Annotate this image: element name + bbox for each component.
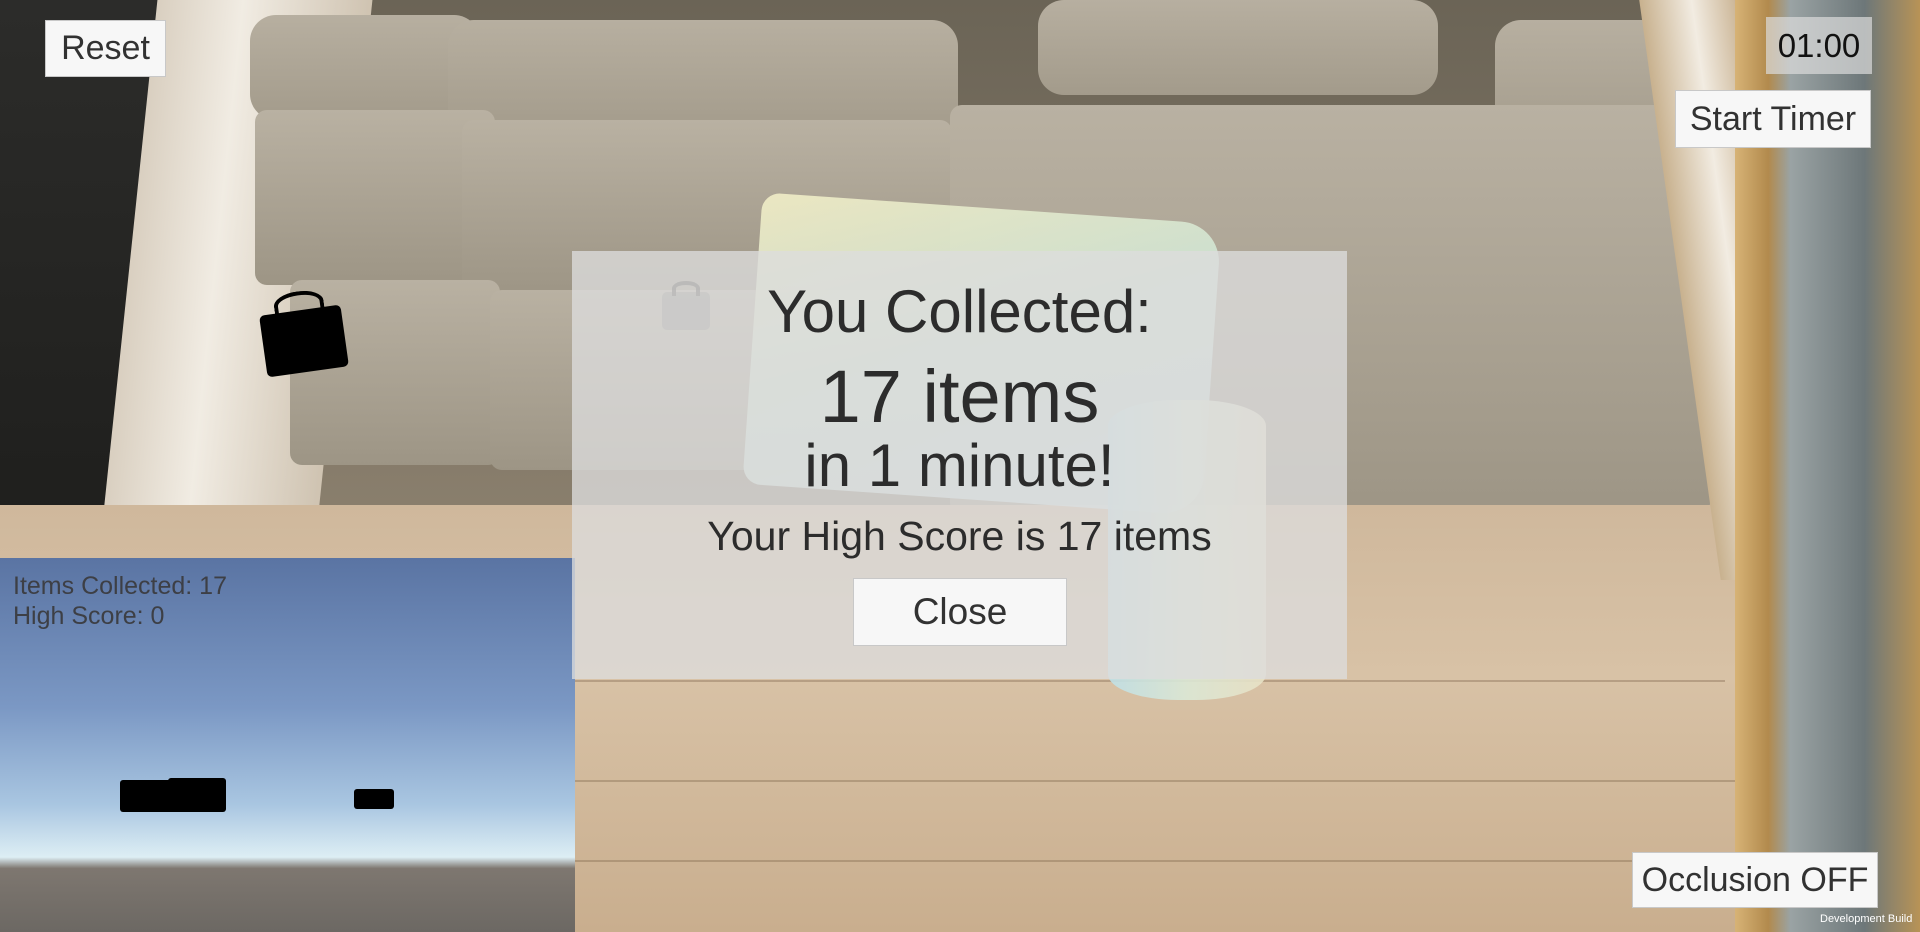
dialog-title: You Collected: xyxy=(767,278,1152,345)
reset-button[interactable]: Reset xyxy=(45,20,166,77)
items-collected-label: Items Collected: 17 xyxy=(13,572,227,600)
sofa-headrest xyxy=(1038,0,1438,95)
collectible-bag[interactable] xyxy=(259,304,349,378)
minimap-bag xyxy=(354,789,394,809)
ar-camera-view: Items Collected: 17 High Score: 0 Reset … xyxy=(0,0,1920,932)
sofa-seat xyxy=(255,110,495,285)
minimap-bag xyxy=(168,778,226,812)
high-score-label: High Score: 0 xyxy=(13,602,165,630)
development-build-label: Development Build xyxy=(1820,913,1913,925)
collected-count: 17 items xyxy=(819,355,1100,438)
start-timer-button[interactable]: Start Timer xyxy=(1675,90,1871,148)
sofa-headrest xyxy=(250,15,480,120)
occlusion-toggle-button[interactable]: Occlusion OFF xyxy=(1632,852,1878,908)
sofa-headrest xyxy=(448,20,958,135)
minimap-view: Items Collected: 17 High Score: 0 xyxy=(0,558,575,932)
high-score-message: Your High Score is 17 items xyxy=(707,513,1212,559)
close-button[interactable]: Close xyxy=(853,578,1067,646)
floor-seam xyxy=(575,860,1655,862)
result-dialog: You Collected: 17 items in 1 minute! You… xyxy=(572,251,1347,679)
collection-duration: in 1 minute! xyxy=(804,432,1115,499)
floor-seam xyxy=(575,780,1775,782)
minimap-bag xyxy=(120,780,175,812)
timer-display: 01:00 xyxy=(1766,17,1872,74)
